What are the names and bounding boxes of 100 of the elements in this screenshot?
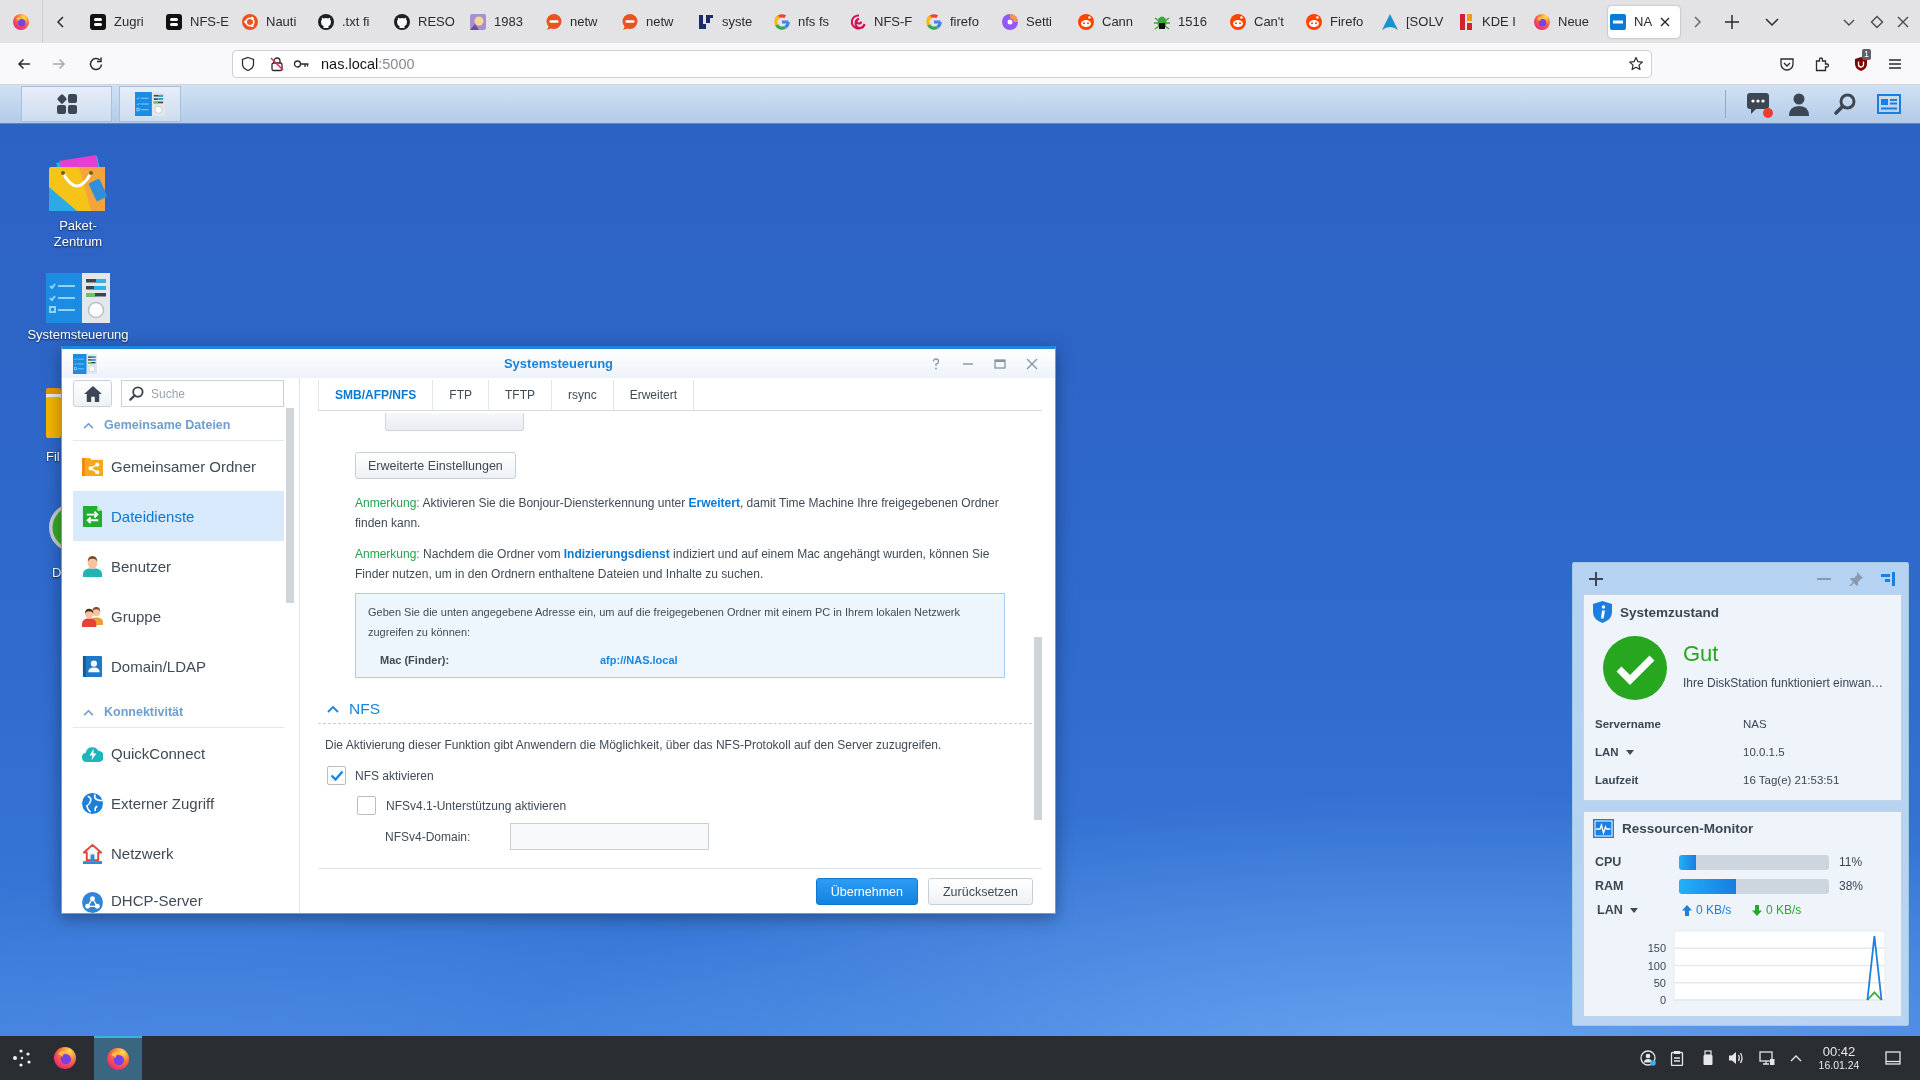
browser-tab[interactable]: Zugri <box>88 5 160 38</box>
browser-tab[interactable]: firefo <box>924 5 996 38</box>
maximize-icon[interactable] <box>994 357 1006 370</box>
link[interactable]: Erweitert <box>688 496 740 510</box>
widget-title: Systemzustand <box>1620 604 1720 620</box>
home-button[interactable] <box>73 380 112 407</box>
sidebar-item[interactable]: Gemeinsamer Ordner <box>73 441 284 491</box>
puzzle-piece-icon[interactable] <box>1814 55 1830 72</box>
browser-tab[interactable]: NA <box>1608 5 1680 38</box>
link[interactable]: Indizierungsdienst <box>563 547 670 561</box>
tab[interactable]: rsync <box>552 380 614 410</box>
browser-tab[interactable]: 1983 <box>468 5 540 38</box>
star-icon[interactable] <box>1628 55 1644 72</box>
card-icon[interactable] <box>1877 92 1901 116</box>
tile-icon <box>90 13 106 30</box>
browser-tab[interactable]: nfs fs <box>772 5 844 38</box>
tab[interactable]: Erweitert <box>613 380 695 410</box>
plus-icon[interactable] <box>1724 13 1740 30</box>
taskbar-button[interactable] <box>94 1036 142 1080</box>
clock-date[interactable]: 16.01.24 <box>1818 1059 1860 1072</box>
browser-tab[interactable]: Cann <box>1076 5 1148 38</box>
sidebar-icon[interactable] <box>1881 571 1895 586</box>
tab[interactable]: FTP <box>433 380 489 410</box>
sidebar-item[interactable]: Gruppe <box>73 591 284 641</box>
browser-tab[interactable]: RESO <box>392 5 464 38</box>
app-button[interactable] <box>119 86 181 122</box>
advanced-settings-button[interactable]: Erweiterte Einstellungen <box>355 452 516 479</box>
browser-tab[interactable]: Setti <box>1000 5 1072 38</box>
tab[interactable]: TFTP <box>489 380 552 410</box>
checkbox[interactable] <box>327 766 346 785</box>
close-icon[interactable] <box>1660 16 1671 27</box>
axis-tick-label: 100 <box>1647 959 1666 972</box>
desktop-icon-label[interactable]: D <box>52 565 62 581</box>
search-icon[interactable] <box>1833 92 1857 116</box>
main-menu-button[interactable] <box>21 86 112 122</box>
sidebar-item[interactable]: DHCP-Server <box>73 878 284 913</box>
browser-tab[interactable]: Neue <box>1532 5 1604 38</box>
checkbox[interactable] <box>357 796 376 815</box>
browser-tab[interactable]: 1516 <box>1152 5 1224 38</box>
speaker-icon[interactable] <box>1728 1050 1744 1066</box>
sidebar-item[interactable]: Benutzer <box>73 541 284 591</box>
dialog-button[interactable]: Zurücksetzen <box>927 878 1033 905</box>
lock-slashed-icon[interactable] <box>269 55 285 72</box>
browser-tab[interactable]: Nauti <box>240 5 312 38</box>
address-field[interactable]: nas.local:5000 <box>232 49 1652 78</box>
person-status-icon[interactable] <box>1640 1050 1656 1066</box>
browser-tab[interactable]: netw <box>620 5 692 38</box>
sidebar-item[interactable]: Netzwerk <box>73 828 284 878</box>
down-arrow-icon <box>1752 904 1762 916</box>
browser-tab[interactable]: [SOLV <box>1380 5 1452 38</box>
interface-dropdown[interactable]: LAN <box>1595 746 1634 758</box>
show-desktop-icon[interactable] <box>1885 1050 1901 1066</box>
input-field[interactable] <box>510 823 709 850</box>
sidebar-item[interactable]: QuickConnect <box>73 728 284 778</box>
browser-tab[interactable]: .txt fi <box>316 5 388 38</box>
desktop-icon-label[interactable]: Systemsteuerung <box>27 327 129 343</box>
browser-tab[interactable]: NFS-F <box>848 5 920 38</box>
browser-tab[interactable]: Can't <box>1228 5 1300 38</box>
fox-globe-icon[interactable] <box>13 13 29 30</box>
scrollbar[interactable] <box>1034 637 1042 820</box>
browser-tab[interactable]: NFS-E <box>164 5 236 38</box>
browser-tab[interactable]: Firefo <box>1304 5 1376 38</box>
browser-tab[interactable]: KDE I <box>1456 5 1528 38</box>
plus-icon[interactable] <box>1589 571 1603 586</box>
sidebar-item[interactable]: Dateidienste <box>73 491 284 541</box>
settings-panel-icon[interactable] <box>46 273 110 323</box>
interface-dropdown[interactable]: LAN <box>1597 903 1638 917</box>
scrollbar[interactable] <box>286 408 294 603</box>
shield-icon[interactable] <box>1853 55 1869 72</box>
shield-icon[interactable] <box>240 55 256 72</box>
desktop-icon-label[interactable]: Paket-Zentrum <box>43 218 113 250</box>
peak-icon <box>1382 13 1398 30</box>
launcher-icon[interactable] <box>12 1048 32 1068</box>
monitor-icon[interactable] <box>1759 1050 1775 1066</box>
checkbox-label[interactable]: NFS aktivieren <box>355 768 434 783</box>
clipboard-icon[interactable] <box>1669 1050 1685 1066</box>
globe-icon <box>82 792 103 814</box>
section-title[interactable]: NFS <box>349 697 380 721</box>
sidebar-item[interactable]: Domain/LDAP <box>73 641 284 691</box>
shopping-bag-icon[interactable] <box>47 153 109 213</box>
url-text[interactable]: nas.local:5000 <box>321 55 415 72</box>
browser-tab[interactable]: syste <box>696 5 768 38</box>
search-field[interactable]: Suche <box>121 380 284 407</box>
sidebar-item[interactable]: Externer Zugriff <box>73 778 284 828</box>
fox-globe-icon <box>54 1047 76 1069</box>
browser-tab[interactable]: netw <box>544 5 616 38</box>
picture-icon <box>470 13 486 30</box>
pocket-icon[interactable] <box>1779 55 1795 72</box>
chat-bubble-icon[interactable] <box>1746 92 1770 116</box>
maximize-icon[interactable] <box>1869 13 1885 30</box>
tab[interactable]: SMB/AFP/NFS <box>318 380 434 410</box>
desktop-icon-label[interactable]: Fil <box>46 449 60 465</box>
checkbox-label[interactable]: NFSv4.1-Unterstützung aktivieren <box>386 798 567 813</box>
person-icon[interactable] <box>1787 92 1811 116</box>
reload-icon[interactable] <box>88 55 104 72</box>
house-icon <box>83 385 102 402</box>
clock-time[interactable]: 00:42 <box>1822 1044 1856 1059</box>
help-icon[interactable] <box>930 357 942 370</box>
alien-face-icon <box>1230 13 1246 30</box>
ring-icon <box>242 13 258 30</box>
